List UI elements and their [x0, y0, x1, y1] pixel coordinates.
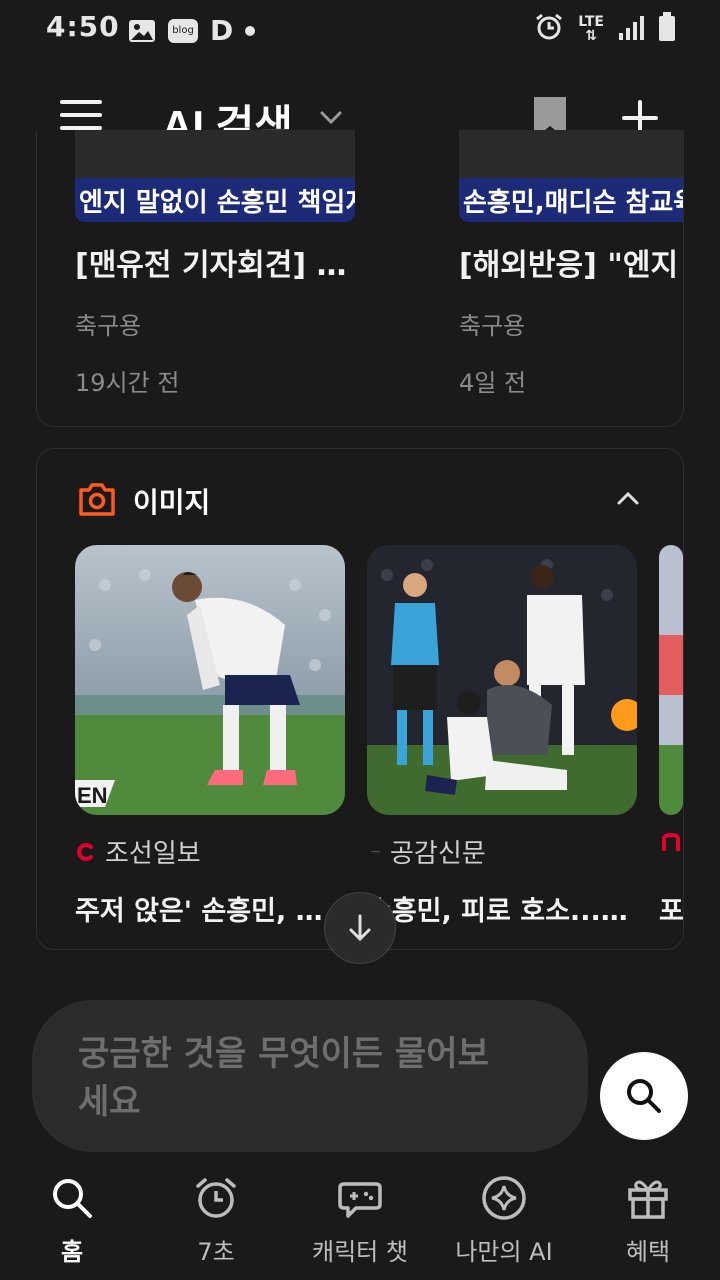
sparkle-icon	[482, 1176, 526, 1220]
news-thumbnail-caption: 손흥민,매디슨 참교육! 영	[459, 182, 683, 222]
nav-label: 나만의 AI	[455, 1238, 553, 1266]
source-logo-icon	[662, 833, 680, 851]
image-source: 조선일보	[77, 833, 201, 870]
news-item[interactable]: 엔지 말없이 손흥민 책임지겠단 이유 [맨유전 기자회견] "손흥... 축구…	[75, 130, 355, 398]
bottom-navigation: 홈 7초 캐릭터 챗 나만의 AI 혜택	[0, 1164, 720, 1280]
arrow-down-icon	[349, 914, 371, 942]
nav-label: 홈	[60, 1238, 84, 1266]
image-title[interactable]: 포	[659, 889, 683, 928]
search-button[interactable]	[600, 1052, 688, 1140]
image-results-card: 이미지 EN 조선일보 주저 앉은' 손흥민, 맨... — 공감신문 손흥민,…	[36, 448, 684, 950]
nav-label: 혜택	[625, 1238, 671, 1266]
blog-icon: blog	[168, 18, 198, 43]
nav-label: 7초	[197, 1238, 235, 1266]
game-controller-chat-icon	[338, 1182, 382, 1218]
search-input[interactable]: 궁금한 것을 무엇이든 물어보세요	[32, 1000, 588, 1152]
image-title[interactable]: 주저 앉은' 손흥민, 맨...	[75, 889, 337, 928]
battery-icon	[658, 12, 676, 46]
nav-label: 캐릭터 챗	[312, 1238, 408, 1266]
news-item[interactable]: 손흥민,매디슨 참교육! 영 [해외반응] "엔지 축구용 4일 전	[459, 130, 683, 398]
nav-item-character-chat[interactable]: 캐릭터 챗	[288, 1174, 432, 1267]
chevron-down-icon[interactable]	[316, 102, 346, 132]
nav-item-7sec[interactable]: 7초	[144, 1174, 288, 1267]
chosun-logo-icon	[77, 842, 93, 861]
image-thumbnail[interactable]	[367, 545, 637, 815]
gallery-icon	[128, 18, 156, 44]
news-thumbnail[interactable]: 엔지 말없이 손흥민 책임지겠단 이유	[75, 130, 355, 222]
status-time: 4:50	[46, 10, 120, 43]
search-placeholder: 궁금한 것을 무엇이든 물어보세요	[78, 1034, 489, 1122]
news-source: 축구용	[75, 312, 142, 340]
menu-icon[interactable]	[60, 100, 102, 134]
nav-item-my-ai[interactable]: 나만의 AI	[432, 1174, 576, 1267]
chevron-up-icon[interactable]	[613, 485, 643, 511]
source-logo-icon: —	[371, 846, 380, 857]
news-thumbnail-caption: 엔지 말없이 손흥민 책임지겠단 이유	[75, 182, 355, 222]
image-source: — 공감신문	[371, 839, 486, 869]
image-title[interactable]: 손흥민, 피로 호소......	[367, 889, 629, 928]
image-section-title: 이미지	[133, 486, 211, 519]
network-type-icon: LTE ⇅	[578, 14, 604, 44]
alarm-icon	[534, 12, 564, 46]
more-notifications-dot-icon	[245, 25, 256, 36]
news-thumbnail[interactable]: 손흥민,매디슨 참교육! 영	[459, 130, 683, 222]
news-time: 4일 전	[459, 369, 527, 397]
svg-text:EN: EN	[77, 783, 108, 808]
image-thumbnail[interactable]	[659, 545, 683, 815]
news-card: 엔지 말없이 손흥민 책임지겠단 이유 [맨유전 기자회견] "손흥... 축구…	[36, 130, 684, 427]
alarm-clock-icon	[196, 1178, 236, 1218]
scroll-down-button[interactable]	[324, 892, 396, 964]
news-title[interactable]: [맨유전 기자회견] "손흥...	[75, 240, 355, 284]
status-bar: 4:50 blog D LTE ⇅	[0, 0, 720, 56]
news-source: 축구용	[459, 312, 526, 340]
d-app-icon: D	[210, 14, 234, 47]
image-thumbnail[interactable]: EN	[75, 545, 345, 815]
news-time: 19시간 전	[75, 369, 180, 397]
image-source	[661, 833, 681, 853]
search-icon	[53, 1179, 92, 1218]
camera-icon	[79, 483, 115, 516]
search-icon	[627, 1079, 661, 1113]
gift-icon	[628, 1180, 668, 1219]
system-icons: LTE ⇅	[534, 12, 676, 46]
news-title[interactable]: [해외반응] "엔지	[459, 240, 683, 284]
nav-item-benefits[interactable]: 혜택	[576, 1174, 720, 1267]
notification-icons: blog D	[128, 14, 256, 47]
nav-item-home[interactable]: 홈	[0, 1174, 144, 1267]
signal-icon	[618, 13, 644, 45]
